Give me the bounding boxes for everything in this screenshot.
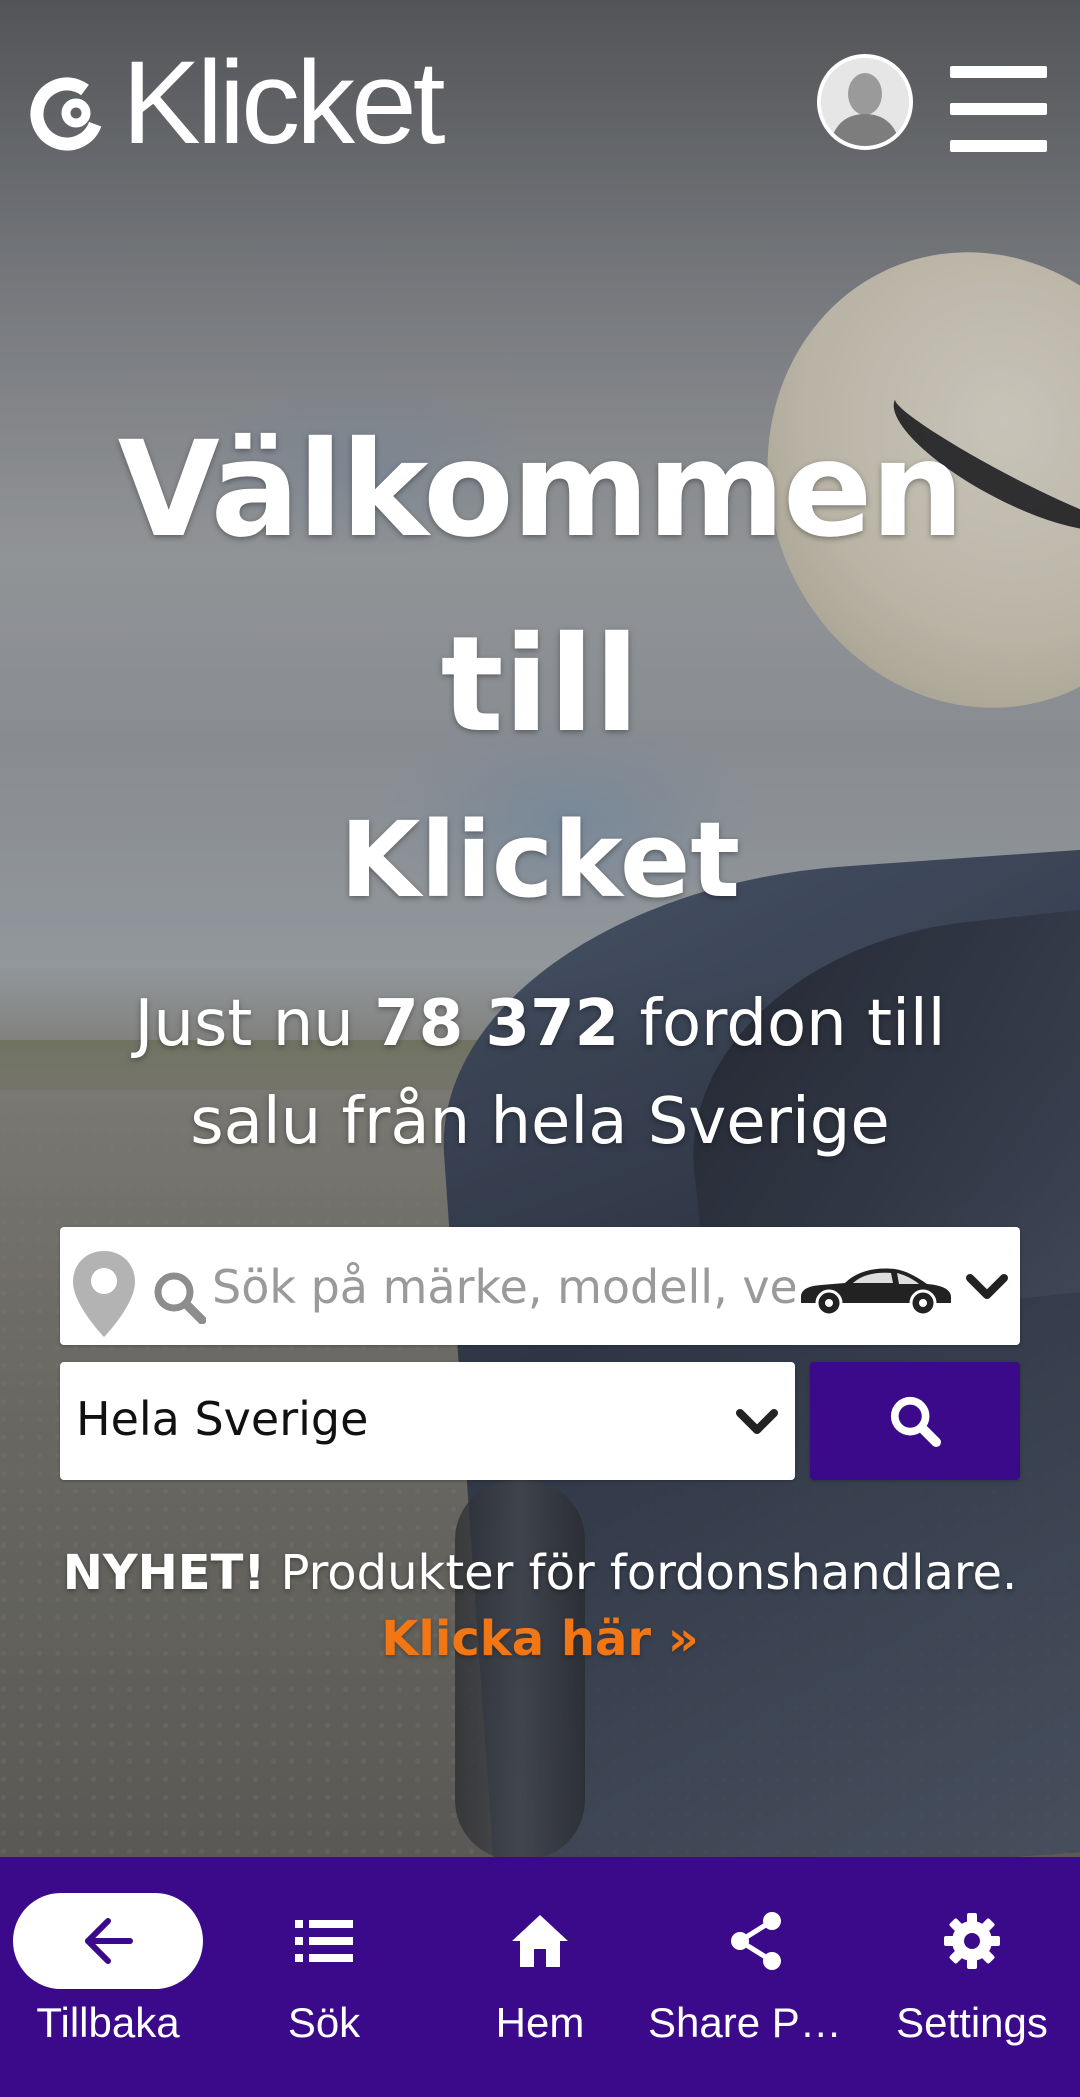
nav-active-indicator	[13, 1893, 203, 1989]
search-input[interactable]	[212, 1247, 862, 1327]
region-select[interactable]: Hela Sverige	[60, 1362, 795, 1480]
search-icon	[890, 1396, 941, 1447]
region-select-value: Hela Sverige	[76, 1392, 369, 1446]
nav-item-back[interactable]: Tillbaka	[0, 1857, 216, 2097]
welcome-title-line1: Välkommen	[117, 413, 965, 567]
klicket-logo-mark-icon	[28, 75, 106, 153]
vehicle-count-tagline: Just nu 78 372 fordon till salu från hel…	[90, 975, 990, 1171]
nav-item-home[interactable]: Hem	[432, 1857, 648, 2097]
news-badge: NYHET!	[62, 1545, 266, 1601]
arrow-left-icon	[85, 1918, 133, 1964]
nav-label-search: Sök	[287, 1999, 361, 2046]
home-icon	[512, 1915, 568, 1967]
nav-item-search[interactable]: Sök	[216, 1857, 432, 2097]
vehicle-type-select[interactable]	[795, 1247, 1020, 1327]
user-avatar-icon	[821, 58, 909, 146]
chevron-down-icon	[736, 1409, 778, 1434]
map-pin-icon[interactable]	[70, 1249, 138, 1339]
nav-label-home: Hem	[495, 1999, 585, 2046]
hamburger-menu-icon-bar	[950, 66, 1047, 78]
klicket-logo[interactable]: Klicket	[28, 44, 446, 162]
nav-item-share[interactable]: Share Pa…	[648, 1857, 864, 2097]
search-button[interactable]	[810, 1362, 1020, 1480]
nav-label-back: Tillbaka	[36, 1999, 180, 2046]
user-avatar-button[interactable]	[817, 54, 913, 150]
nav-label-settings: Settings	[896, 1999, 1048, 2046]
news-link[interactable]: Klicka här »	[381, 1606, 699, 1672]
nav-label-share: Share Pa…	[648, 1999, 864, 2046]
search-icon	[152, 1270, 207, 1325]
chevron-down-icon	[966, 1274, 1008, 1299]
news-banner: NYHET! Produkter för fordonshandlare. Kl…	[0, 1540, 1080, 1672]
list-icon	[295, 1920, 353, 1962]
welcome-title-line2: till	[440, 608, 640, 762]
gear-icon	[944, 1913, 1000, 1969]
vehicle-count: 78 372	[374, 987, 620, 1061]
hamburger-menu-button[interactable]	[950, 66, 1047, 152]
bottom-navigation-bar: Tillbaka Sök Hem Share Pa… Settings	[0, 1857, 1080, 2097]
search-box	[60, 1227, 1020, 1345]
nav-item-settings[interactable]: Settings	[864, 1857, 1080, 2097]
hamburger-menu-icon-bar	[950, 103, 1047, 115]
welcome-title-line3: Klicket	[339, 799, 741, 921]
share-icon	[731, 1912, 781, 1970]
hamburger-menu-icon-bar	[950, 140, 1047, 152]
logo-text: Klicket	[122, 37, 446, 169]
news-text: Produkter för fordonshandlare.	[265, 1545, 1018, 1601]
tagline-prefix: Just nu	[134, 987, 375, 1061]
car-icon	[801, 1268, 951, 1317]
